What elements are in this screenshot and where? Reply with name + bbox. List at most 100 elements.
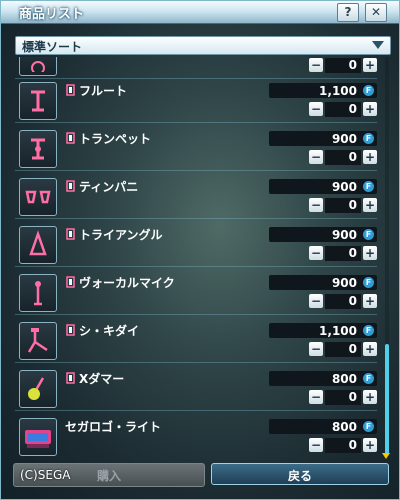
row-divider [15,170,377,171]
decrease-button[interactable]: − [309,390,323,404]
item-name: トライアングル [79,228,163,242]
decrease-button[interactable]: − [309,342,323,356]
increase-button[interactable]: + [363,198,377,212]
increase-button[interactable]: + [363,150,377,164]
quantity-stepper[interactable]: − 0 + [309,197,377,214]
decrease-button[interactable]: − [309,150,323,164]
sega-light-icon [19,418,57,456]
price-display: 900 F [269,131,377,146]
price-display: 800 F [269,419,377,434]
quantity-value[interactable]: 0 [325,438,361,453]
list-item[interactable]: − 0 + [15,57,377,79]
quantity-stepper[interactable]: − 0 + [309,57,377,74]
trumpet-icon [19,130,57,168]
copyright-text: (C)SEGA [20,468,71,482]
quantity-value[interactable]: 0 [325,150,361,165]
help-button[interactable]: ? [337,3,359,22]
quantity-value[interactable]: 0 [325,294,361,309]
sort-dropdown[interactable]: 標準ソート [15,36,391,55]
decrease-button[interactable]: − [309,294,323,308]
partial-item-icon [19,57,57,76]
list-item[interactable]: ヴォーカルマイク 900 F − 0 + [15,271,377,315]
item-price: 900 [331,276,357,290]
microphone-icon [19,274,57,312]
buy-button[interactable]: 購入 (C)SEGA [13,463,205,487]
item-price: 800 [331,420,357,434]
item-price: 900 [331,228,357,242]
decrease-button[interactable]: − [309,438,323,452]
quantity-value[interactable]: 0 [325,390,361,405]
decrease-button[interactable]: − [309,58,323,72]
item-tag-icon [66,132,75,144]
quantity-value[interactable]: 0 [325,342,361,357]
increase-button[interactable]: + [363,102,377,116]
quantity-stepper[interactable]: − 0 + [309,101,377,118]
list-item[interactable]: トライアングル 900 F − 0 + [15,223,377,267]
quantity-value[interactable]: 0 [325,58,361,73]
quantity-stepper[interactable]: − 0 + [309,245,377,262]
currency-icon: F [363,277,374,288]
currency-icon: F [363,181,374,192]
row-divider [15,410,377,411]
list-item[interactable]: Xダマー 800 F − 0 + [15,367,377,411]
list-item[interactable]: ティンパニ 900 F − 0 + [15,175,377,219]
list-item[interactable]: セガロゴ・ライト 800 F − 0 + [15,415,377,459]
chevron-down-icon [372,41,384,49]
item-name: ヴォーカルマイク [79,276,175,290]
item-price: 1,100 [319,84,357,98]
currency-icon: F [363,85,374,96]
quantity-stepper[interactable]: − 0 + [309,389,377,406]
sort-label: 標準ソート [22,40,83,54]
back-button[interactable]: 戻る [211,463,389,485]
title-bar[interactable]: 商品リスト ? ✕ [1,1,399,24]
item-tag-icon [66,84,75,96]
list-item[interactable]: シ・キダイ 1,100 F − 0 + [15,319,377,363]
item-price: 1,100 [319,324,357,338]
scroll-down-icon[interactable] [382,453,390,459]
price-display: 900 F [269,227,377,242]
item-tag-icon [66,324,75,336]
increase-button[interactable]: + [363,342,377,356]
item-list: − 0 + フルート 1,100 F − 0 + トランペット 900 F − … [15,57,379,461]
quantity-stepper[interactable]: − 0 + [309,149,377,166]
list-item[interactable]: フルート 1,100 F − 0 + [15,79,377,123]
price-display: 1,100 F [269,323,377,338]
quantity-value[interactable]: 0 [325,102,361,117]
decrease-button[interactable]: − [309,102,323,116]
quantity-value[interactable]: 0 [325,198,361,213]
quantity-stepper[interactable]: − 0 + [309,437,377,454]
item-tag-icon [66,276,75,288]
increase-button[interactable]: + [363,58,377,72]
list-item[interactable]: トランペット 900 F − 0 + [15,127,377,171]
decrease-button[interactable]: − [309,246,323,260]
footer: 購入 (C)SEGA 戻る [13,463,389,489]
quantity-value[interactable]: 0 [325,246,361,261]
row-divider [15,314,377,315]
quantity-stepper[interactable]: − 0 + [309,293,377,310]
close-button[interactable]: ✕ [365,3,387,22]
item-name: シ・キダイ [79,324,140,338]
increase-button[interactable]: + [363,438,377,452]
scrollbar-thumb[interactable] [385,344,389,454]
quantity-stepper[interactable]: − 0 + [309,341,377,358]
currency-icon: F [363,421,374,432]
shop-window: 商品リスト ? ✕ 標準ソート − 0 + フルート 1,100 F − 0 +… [0,0,400,500]
item-tag-icon [66,372,75,384]
increase-button[interactable]: + [363,246,377,260]
decrease-button[interactable]: − [309,198,323,212]
window-title: 商品リスト [19,7,85,22]
price-display: 1,100 F [269,83,377,98]
item-name: トランペット [79,132,152,146]
increase-button[interactable]: + [363,294,377,308]
item-name: フルート [79,84,128,98]
increase-button[interactable]: + [363,390,377,404]
currency-icon: F [363,325,374,336]
timpani-icon [19,178,57,216]
item-price: 800 [331,372,357,386]
stand-icon [19,322,57,360]
row-divider [15,122,377,123]
price-display: 900 F [269,179,377,194]
item-tag-icon [66,228,75,240]
row-divider [15,362,377,363]
currency-icon: F [363,133,374,144]
